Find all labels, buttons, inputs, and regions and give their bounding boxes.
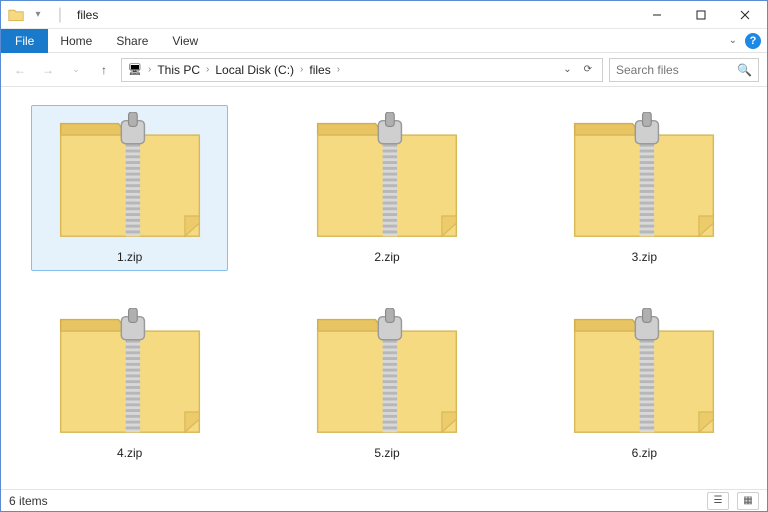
file-item[interactable]: 2.zip [288,105,485,271]
file-item[interactable]: 3.zip [546,105,743,271]
search-input[interactable] [616,63,737,77]
forward-button[interactable]: → [37,59,59,81]
zip-folder-icon [55,112,205,242]
titlebar: ▾ | files [1,1,767,29]
tab-home[interactable]: Home [48,29,104,53]
zip-folder-icon [569,112,719,242]
help-icon[interactable]: ? [745,33,761,49]
content-area: 1.zip 2.zip 3.zip 4.zip 5.zip 6.zip [1,87,767,489]
file-label: 1.zip [117,250,142,264]
chevron-right-icon: › [337,64,340,75]
zip-folder-icon [312,308,462,438]
folder-icon [7,6,25,24]
status-bar: 6 items ☰ ▦ [1,489,767,511]
address-bar[interactable]: 🖥 › This PC › Local Disk (C:) › files › … [121,58,603,82]
chevron-right-icon: › [206,64,209,75]
chevron-right-icon: › [300,64,303,75]
file-label: 6.zip [632,446,657,460]
file-item[interactable]: 5.zip [288,301,485,467]
file-item[interactable]: 6.zip [546,301,743,467]
zip-folder-icon [569,308,719,438]
items-pane[interactable]: 1.zip 2.zip 3.zip 4.zip 5.zip 6.zip [7,87,767,489]
file-item[interactable]: 1.zip [31,105,228,271]
tab-share[interactable]: Share [104,29,160,53]
pc-icon: 🖥 [128,63,142,76]
tab-view[interactable]: View [160,29,210,53]
navbar: ← → ⌄ ↑ 🖥 › This PC › Local Disk (C:) › … [1,53,767,87]
search-icon: 🔍 [737,63,752,77]
file-label: 2.zip [374,250,399,264]
minimize-button[interactable] [635,1,679,29]
qat-divider-icon: | [51,6,69,24]
ribbon: File Home Share View ⌄ ? [1,29,767,53]
recent-locations-icon[interactable]: ⌄ [65,59,87,81]
back-button[interactable]: ← [9,59,31,81]
window-controls [635,1,767,29]
status-count: 6 items [9,494,48,508]
up-button[interactable]: ↑ [93,59,115,81]
breadcrumb-folder[interactable]: files [309,63,330,77]
details-view-button[interactable]: ☰ [707,492,729,510]
breadcrumb-root[interactable]: This PC [157,63,200,77]
file-label: 4.zip [117,446,142,460]
file-label: 3.zip [632,250,657,264]
file-label: 5.zip [374,446,399,460]
refresh-icon[interactable]: ⟳ [580,64,596,75]
zip-folder-icon [55,308,205,438]
breadcrumb-drive[interactable]: Local Disk (C:) [215,63,294,77]
search-box[interactable]: 🔍 [609,58,759,82]
file-grid: 1.zip 2.zip 3.zip 4.zip 5.zip 6.zip [31,105,743,467]
maximize-button[interactable] [679,1,723,29]
file-item[interactable]: 4.zip [31,301,228,467]
explorer-window: ▾ | files File Home Share View ⌄ ? ← → ⌄… [0,0,768,512]
zip-folder-icon [312,112,462,242]
qat-separator-icon: ▾ [29,6,47,24]
address-dropdown-icon[interactable]: ⌄ [559,64,575,75]
icons-view-button[interactable]: ▦ [737,492,759,510]
ribbon-collapse-icon[interactable]: ⌄ [729,35,737,46]
tab-file[interactable]: File [1,29,48,53]
close-button[interactable] [723,1,767,29]
window-title: files [77,8,98,22]
chevron-right-icon: › [148,64,151,75]
